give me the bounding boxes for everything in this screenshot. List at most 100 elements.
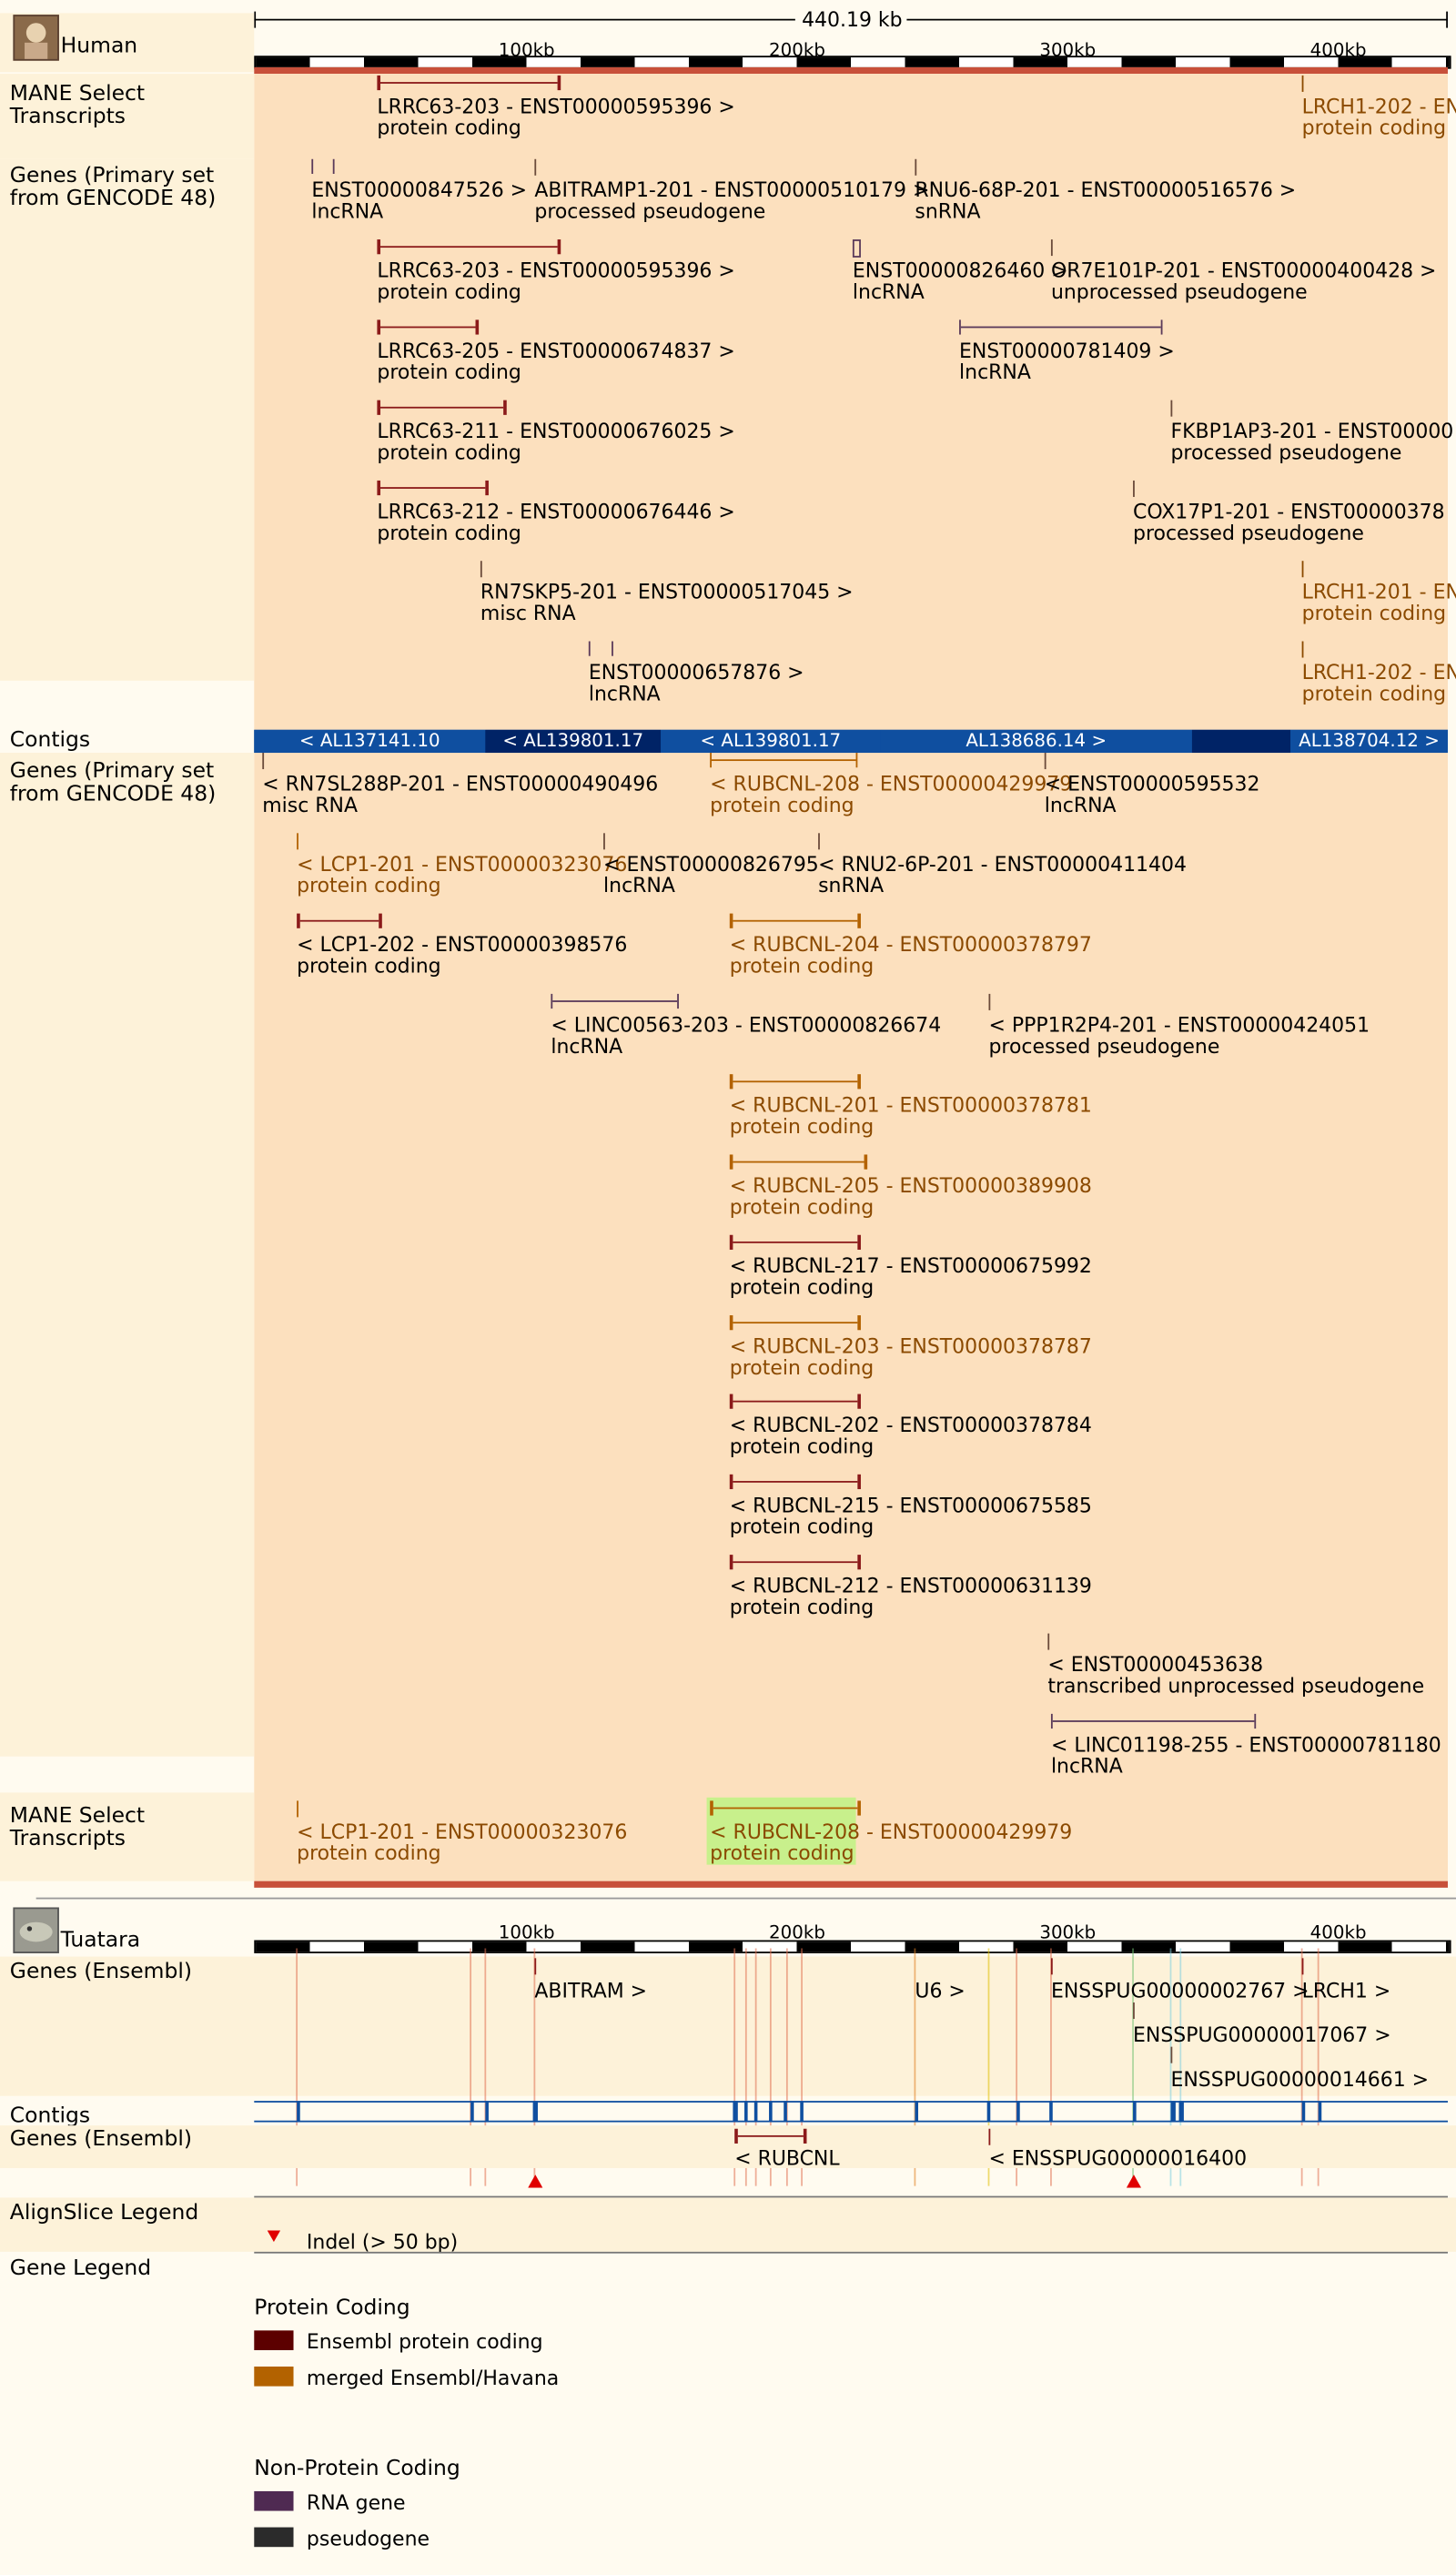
gene-top-11[interactable]: COX17P1-201 - ENST00000378 processed pseu… (1133, 502, 1445, 542)
gene-glyph[interactable] (534, 1958, 537, 1975)
gene-glyph[interactable] (1301, 75, 1304, 92)
gene-glyph[interactable] (729, 1555, 861, 1570)
gene-glyph[interactable] (1301, 641, 1304, 658)
gene-top-14[interactable]: ENST00000657876 > lncRNA (589, 663, 804, 704)
gene-glyph[interactable] (729, 1474, 861, 1490)
gene-glyph[interactable] (551, 993, 679, 1009)
contig-0[interactable]: < AL137141.10 (254, 729, 486, 754)
gene-glyph[interactable] (377, 239, 561, 255)
gene-glyph[interactable] (729, 1234, 861, 1250)
gene-glyph[interactable] (297, 1800, 298, 1818)
gene-bottom-7[interactable]: < RUBCNL-204 - ENST00000378797 protein co… (730, 935, 1092, 976)
gene-bottom-4[interactable]: < ENST00000826795 lncRNA (603, 855, 819, 896)
gene-glyph[interactable] (603, 833, 605, 850)
gene-glyph[interactable] (534, 158, 537, 176)
gene-bottom-18[interactable]: < LINC01198-255 - ENST00000781180 lncRNA (1051, 1735, 1441, 1776)
gene-top-8[interactable]: LRRC63-211 - ENST00000676025 > protein co… (377, 421, 734, 462)
gene-glyph[interactable] (915, 158, 917, 176)
tuatara-species-icon[interactable] (13, 1907, 59, 1953)
contig-3[interactable]: AL138686.14 > (880, 729, 1192, 754)
gene-top-4[interactable]: ENST00000826460 > lncRNA (853, 260, 1068, 301)
tuatara-gene-bottom-1[interactable]: < ENSSPUG00000016400 (988, 2148, 1247, 2169)
gene-glyph[interactable] (1133, 480, 1135, 497)
gene-glyph[interactable] (311, 158, 335, 174)
gene-glyph[interactable] (959, 319, 1163, 335)
gene-bottom-14[interactable]: < RUBCNL-202 - ENST00000378784 protein co… (730, 1415, 1092, 1456)
gene-bottom-10[interactable]: < RUBCNL-201 - ENST00000378781 protein co… (730, 1096, 1092, 1137)
gene-glyph[interactable] (1133, 2002, 1135, 2020)
gene-top-5[interactable]: OR7E101P-201 - ENST00000400428 > unproces… (1051, 260, 1437, 301)
gene-glyph[interactable] (377, 400, 507, 415)
gene-top-15[interactable]: LRCH1-202 - EN protein coding (1302, 663, 1456, 704)
indel-marker-icon[interactable] (1126, 2175, 1142, 2188)
gene-bottom-2[interactable]: < ENST00000595532 lncRNA (1045, 774, 1260, 815)
gene-glyph[interactable] (1301, 561, 1304, 578)
gene-glyph[interactable] (297, 833, 298, 850)
gene-bottom-3[interactable]: < LCP1-201 - ENST00000323076 protein codi… (297, 855, 627, 896)
tuatara-gene-top-5[interactable]: ENSSPUG00000014661 > (1170, 2070, 1429, 2091)
gene-glyph[interactable] (588, 641, 613, 656)
gene-bottom-1[interactable]: < RUBCNL-208 - ENST00000429979 protein co… (710, 774, 1072, 815)
gene-top-3[interactable]: LRRC63-203 - ENST00000595396 > protein co… (377, 260, 734, 301)
gene-bottom-13[interactable]: < RUBCNL-203 - ENST00000378787 protein co… (730, 1336, 1092, 1377)
gene-glyph[interactable] (1044, 753, 1046, 770)
gene-bottom-12[interactable]: < RUBCNL-217 - ENST00000675992 protein co… (730, 1256, 1092, 1297)
indel-marker-icon[interactable] (528, 2175, 543, 2188)
gene-glyph[interactable] (988, 2128, 991, 2145)
gene-glyph[interactable] (734, 2128, 807, 2144)
gene-glyph[interactable] (852, 239, 861, 258)
gene-top-1[interactable]: ABITRAMP1-201 - ENST00000510179 > process… (534, 180, 929, 221)
gene-glyph[interactable] (1170, 2046, 1173, 2063)
mane-top-transcript-0[interactable]: LRRC63-203 - ENST00000595396 > protein co… (377, 96, 734, 137)
contig-1[interactable]: < AL139801.17 (485, 729, 662, 754)
mane-bottom-transcript-1[interactable]: < RUBCNL-208 - ENST00000429979 protein co… (710, 1822, 1072, 1863)
mane-bottom-transcript-0[interactable]: < LCP1-201 - ENST00000323076 protein codi… (297, 1822, 627, 1863)
gene-glyph[interactable] (988, 993, 991, 1010)
gene-top-6[interactable]: LRRC63-205 - ENST00000674837 > protein co… (377, 341, 734, 382)
gene-glyph[interactable] (297, 913, 382, 928)
gene-bottom-8[interactable]: < LINC00563-203 - ENST00000826674 lncRNA (551, 1015, 941, 1056)
tuatara-gene-top-4[interactable]: ENSSPUG00000017067 > (1133, 2025, 1391, 2046)
gene-bottom-5[interactable]: < RNU2-6P-201 - ENST00000411404 snRNA (818, 855, 1187, 896)
gene-glyph[interactable] (1170, 400, 1173, 417)
gene-glyph[interactable] (377, 319, 480, 335)
gene-glyph[interactable] (710, 753, 858, 768)
gene-bottom-0[interactable]: < RN7SL288P-201 - ENST00000490496 misc RN… (262, 774, 658, 815)
gene-bottom-11[interactable]: < RUBCNL-205 - ENST00000389908 protein co… (730, 1176, 1092, 1217)
tuatara-gene-top-1[interactable]: U6 > (915, 1982, 965, 2002)
gene-glyph[interactable] (729, 1394, 861, 1409)
gene-glyph[interactable] (262, 753, 265, 770)
gene-glyph[interactable] (729, 1074, 861, 1090)
gene-glyph[interactable] (818, 833, 820, 850)
gene-glyph[interactable] (729, 913, 861, 928)
gene-bottom-16[interactable]: < RUBCNL-212 - ENST00000631139 protein co… (730, 1576, 1092, 1617)
gene-glyph[interactable] (729, 1315, 861, 1331)
gene-bottom-15[interactable]: < RUBCNL-215 - ENST00000675585 protein co… (730, 1495, 1092, 1536)
gene-glyph[interactable] (1047, 1633, 1050, 1650)
tuatara-gene-top-3[interactable]: LRCH1 > (1302, 1982, 1391, 2002)
contig-2[interactable]: < AL139801.17 (661, 729, 881, 754)
human-species-icon[interactable] (13, 15, 59, 61)
contig-4[interactable]: AL138704.12 > (1290, 729, 1448, 754)
gene-top-7[interactable]: ENST00000781409 > lncRNA (959, 341, 1175, 382)
gene-top-9[interactable]: FKBP1AP3-201 - ENST00000 processed pseudo… (1170, 421, 1453, 462)
gene-top-0[interactable]: ENST00000847526 > lncRNA (311, 180, 527, 221)
gene-top-2[interactable]: RNU6-68P-201 - ENST00000516576 > snRNA (915, 180, 1296, 221)
gene-bottom-17[interactable]: < ENST00000453638 transcribed unprocessed… (1047, 1655, 1424, 1696)
gene-glyph[interactable] (1301, 1958, 1304, 1975)
gene-bottom-6[interactable]: < LCP1-202 - ENST00000398576 protein codi… (297, 935, 627, 976)
gene-glyph[interactable] (710, 1800, 861, 1816)
tuatara-gene-top-2[interactable]: ENSSPUG00000002767 > (1051, 1982, 1309, 2002)
gene-glyph[interactable] (729, 1154, 868, 1170)
mane-top-transcript-1[interactable]: LRCH1-202 - ENSprotein coding (1302, 96, 1456, 137)
gene-glyph[interactable] (1050, 1713, 1257, 1729)
tuatara-gene-top-0[interactable]: ABITRAM > (534, 1982, 647, 2002)
gene-top-12[interactable]: RN7SKP5-201 - ENST00000517045 > misc RNA (480, 583, 854, 623)
gene-glyph[interactable] (377, 480, 489, 496)
gene-top-10[interactable]: LRRC63-212 - ENST00000676446 > protein co… (377, 502, 734, 542)
tuatara-gene-bottom-0[interactable]: < RUBCNL (734, 2148, 839, 2169)
gene-glyph[interactable] (480, 561, 482, 578)
gene-glyph[interactable] (1050, 1958, 1053, 1975)
gene-bottom-9[interactable]: < PPP1R2P4-201 - ENST00000424051 processe… (988, 1015, 1370, 1056)
gene-glyph[interactable] (377, 75, 561, 91)
